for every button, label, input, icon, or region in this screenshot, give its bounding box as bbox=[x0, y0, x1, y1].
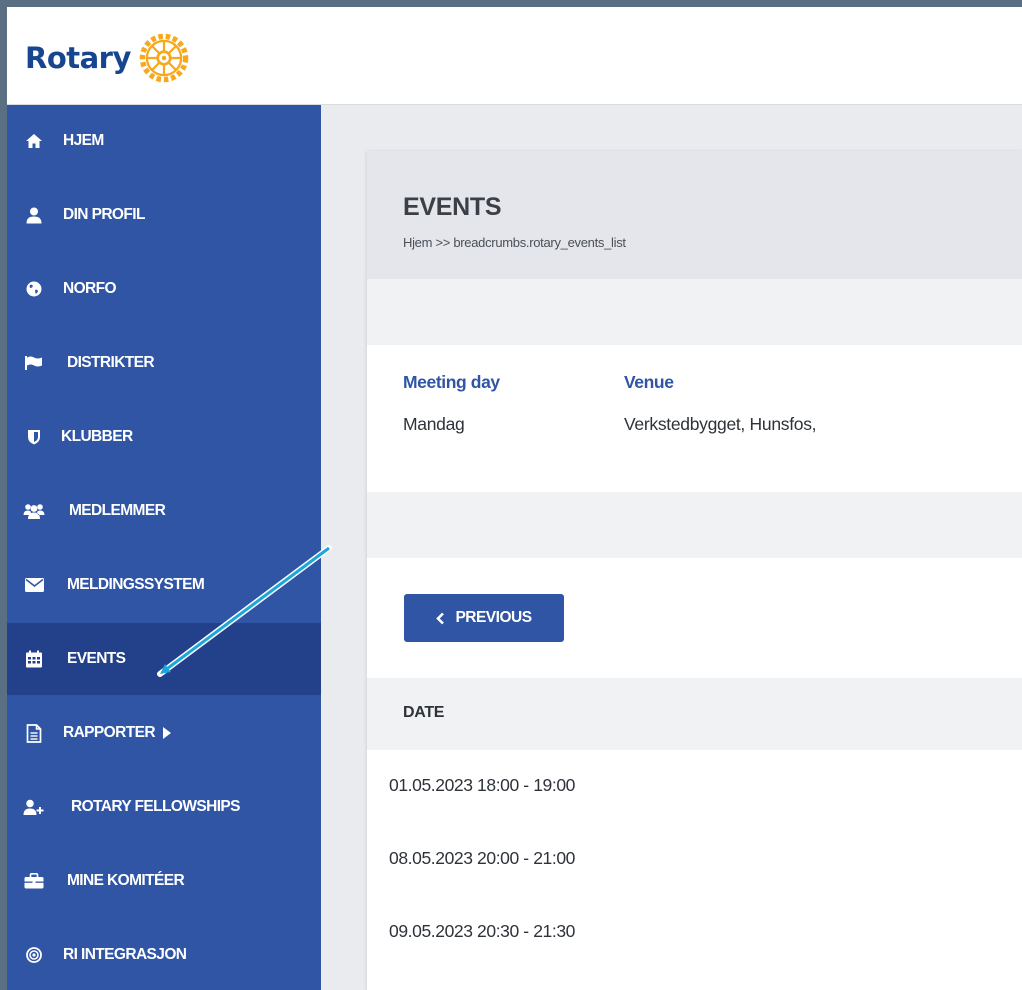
sidebar-item-label: MELDINGSSYSTEM bbox=[67, 576, 205, 593]
sidebar-item-rotary-fellowships[interactable]: ROTARY FELLOWSHIPS bbox=[7, 771, 321, 843]
app-frame: Rotary HJEM DIN PROFIL NORFO DISTRIKTER … bbox=[7, 7, 1022, 990]
chevron-left-icon bbox=[436, 612, 445, 624]
flag-icon bbox=[23, 352, 45, 374]
table-row[interactable]: 01.05.2023 18:00 - 19:00 bbox=[367, 751, 1022, 824]
breadcrumb[interactable]: Hjem >> breadcrumbs.rotary_events_list bbox=[403, 235, 626, 250]
sidebar-item-label: EVENTS bbox=[67, 650, 126, 667]
sidebar-item-rapporter-wrap: RAPPORTER bbox=[63, 724, 171, 742]
venue-label: Venue bbox=[624, 372, 674, 392]
envelope-icon bbox=[23, 574, 45, 596]
event-date: 09.05.2023 20:30 - 21:30 bbox=[389, 921, 575, 941]
event-date: 08.05.2023 20:00 - 21:00 bbox=[389, 848, 575, 868]
rotary-logo[interactable]: Rotary bbox=[25, 31, 191, 85]
sidebar-item-norfo[interactable]: NORFO bbox=[7, 253, 321, 325]
sidebar-item-label: DISTRIKTER bbox=[67, 354, 155, 371]
venue-value: Verkstedbygget, Hunsfos, bbox=[624, 414, 817, 434]
sidebar-item-meldingssystem[interactable]: MELDINGSSYSTEM bbox=[7, 549, 321, 621]
sidebar-item-distrikter[interactable]: DISTRIKTER bbox=[7, 327, 321, 399]
sidebar-item-label: MEDLEMMER bbox=[69, 502, 166, 519]
sidebar-item-medlemmer[interactable]: MEDLEMMER bbox=[7, 475, 321, 547]
calendar-icon bbox=[23, 648, 45, 670]
event-date: 01.05.2023 18:00 - 19:00 bbox=[389, 775, 575, 795]
globe-icon bbox=[23, 278, 45, 300]
events-table-header: DATE bbox=[367, 678, 1022, 750]
sidebar-item-label: DIN PROFIL bbox=[63, 206, 145, 223]
date-column-header[interactable]: DATE bbox=[403, 704, 444, 722]
user-icon bbox=[23, 204, 45, 226]
events-card: EVENTS Hjem >> breadcrumbs.rotary_events… bbox=[367, 151, 1022, 990]
sidebar-item-label: NORFO bbox=[63, 280, 117, 297]
target-icon bbox=[23, 944, 45, 966]
sidebar-item-events[interactable]: EVENTS bbox=[7, 623, 321, 695]
sidebar-item-din-profil[interactable]: DIN PROFIL bbox=[7, 179, 321, 251]
sidebar-item-rapporter[interactable]: RAPPORTER bbox=[7, 697, 321, 769]
sidebar-item-label: HJEM bbox=[63, 132, 104, 149]
home-icon bbox=[23, 130, 45, 152]
top-bar: Rotary bbox=[7, 7, 1022, 105]
sidebar-item-label: RAPPORTER bbox=[63, 724, 156, 741]
caret-right-icon bbox=[162, 726, 171, 739]
sidebar-item-ri-integrasjon[interactable]: RI INTEGRASJON bbox=[7, 919, 321, 990]
meeting-day-value: Mandag bbox=[403, 414, 465, 434]
sidebar-item-klubber[interactable]: KLUBBER bbox=[7, 401, 321, 473]
user-plus-icon bbox=[23, 796, 45, 818]
sidebar-item-label: KLUBBER bbox=[61, 428, 133, 445]
sidebar-item-label: RI INTEGRASJON bbox=[63, 946, 187, 963]
spacer-band bbox=[367, 492, 1022, 558]
sidebar-item-hjem[interactable]: HJEM bbox=[7, 105, 321, 177]
page-title: EVENTS bbox=[403, 193, 502, 221]
users-icon bbox=[23, 500, 45, 522]
sidebar-item-mine-komiteer[interactable]: MINE KOMITÉER bbox=[7, 845, 321, 917]
document-icon bbox=[23, 722, 45, 744]
previous-button-label: PREVIOUS bbox=[455, 609, 532, 626]
table-row[interactable]: 09.05.2023 20:30 - 21:30 bbox=[367, 897, 1022, 970]
briefcase-icon bbox=[23, 870, 45, 892]
meeting-day-label: Meeting day bbox=[403, 372, 500, 392]
table-row[interactable]: 08.05.2023 20:00 - 21:00 bbox=[367, 824, 1022, 897]
logo-text: Rotary bbox=[25, 41, 131, 75]
sidebar-nav: HJEM DIN PROFIL NORFO DISTRIKTER KLUBBER bbox=[7, 105, 321, 990]
rotary-wheel-icon bbox=[139, 33, 189, 83]
shield-icon bbox=[23, 426, 45, 448]
sidebar-item-label: ROTARY FELLOWSHIPS bbox=[71, 798, 240, 815]
previous-button[interactable]: PREVIOUS bbox=[404, 594, 564, 642]
spacer-band bbox=[367, 279, 1022, 345]
page-header: EVENTS Hjem >> breadcrumbs.rotary_events… bbox=[367, 151, 1022, 279]
sidebar-item-label: MINE KOMITÉER bbox=[67, 872, 185, 889]
